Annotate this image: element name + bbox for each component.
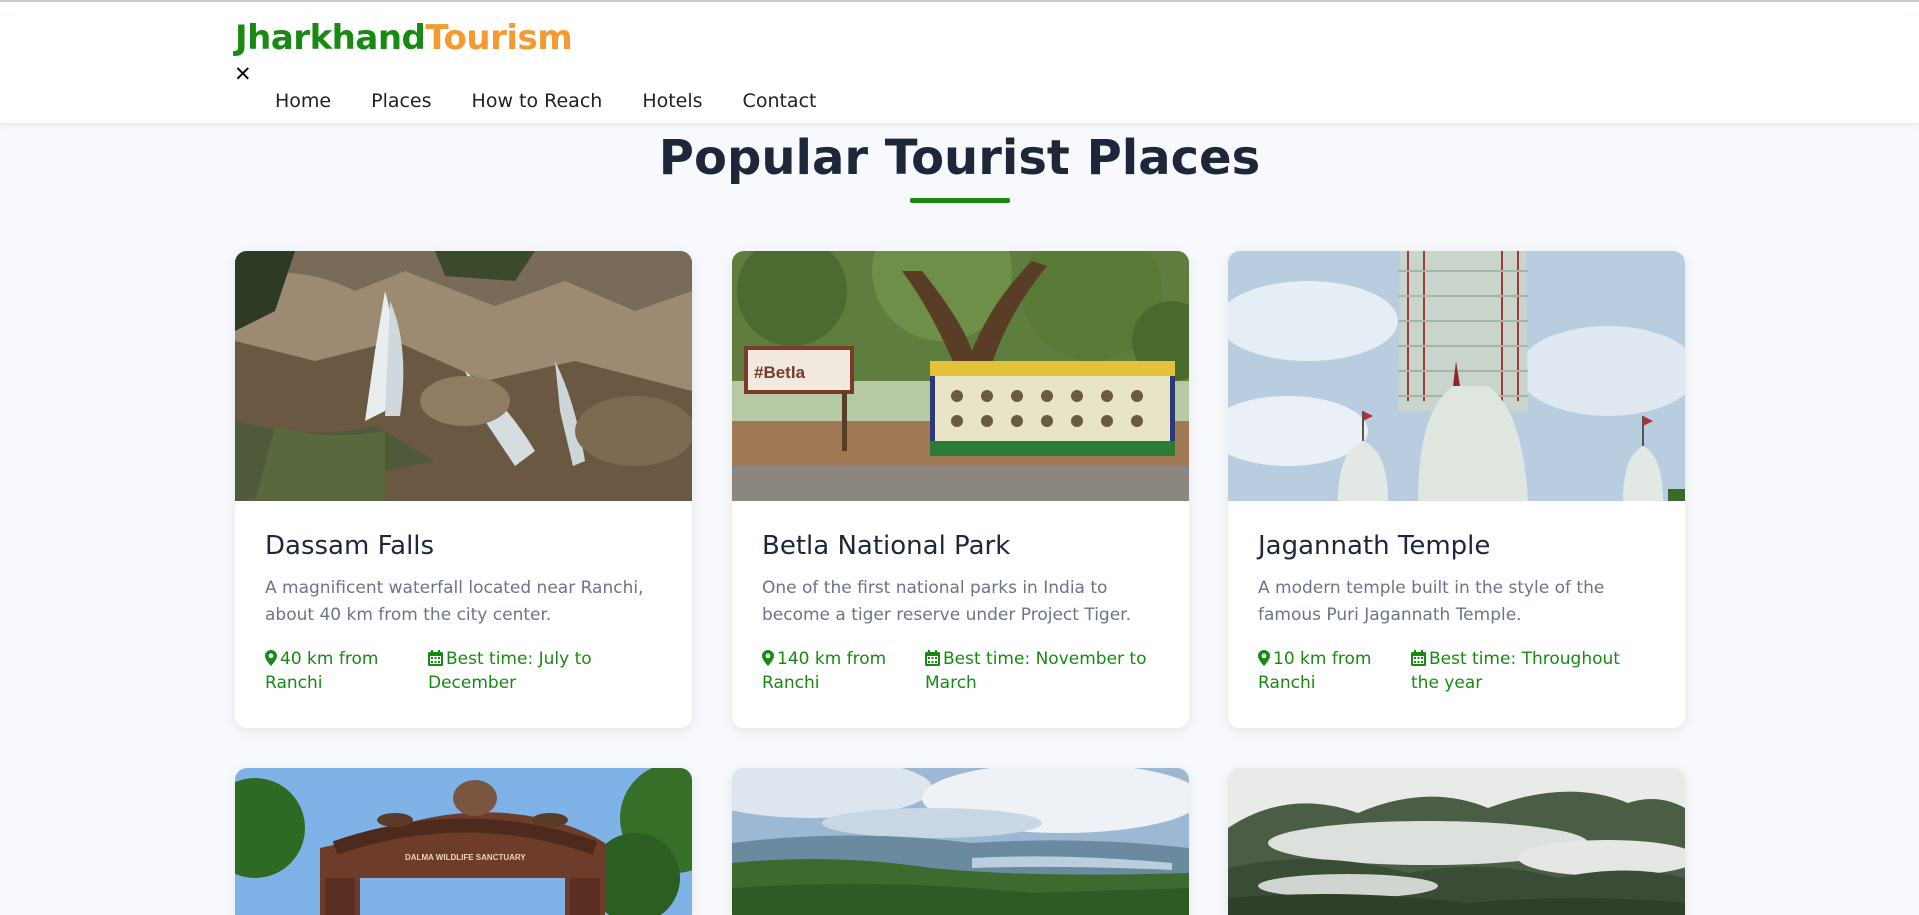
place-distance: 40 km from Ranchi [265, 647, 428, 695]
map-marker-icon [762, 650, 774, 666]
wildlife-sanctuary-gate-photo: DALMA WILDLIFE SANCTUARY [235, 768, 692, 915]
waterfall-photo [235, 251, 692, 501]
place-meta: 140 km from Ranchi Best time: November t… [762, 647, 1159, 695]
distance-text: 10 km from Ranchi [1258, 649, 1372, 693]
place-description: A modern temple built in the style of th… [1258, 578, 1605, 625]
distance-text: 140 km from Ranchi [762, 649, 887, 693]
nav-home[interactable]: Home [275, 90, 331, 112]
calendar-icon [1411, 650, 1426, 666]
main-nav: Home Places How to Reach Hotels Contact [275, 90, 856, 112]
logo-part-tourism: Tourism [425, 18, 573, 58]
best-time-text: Best time: Throughout the year [1411, 649, 1620, 693]
place-card-6[interactable] [1228, 768, 1685, 915]
calendar-icon [428, 650, 443, 666]
place-description: A magnificent waterfall located near Ran… [265, 578, 644, 625]
site-logo[interactable]: JharkhandTourism [235, 18, 573, 58]
place-best-time: Best time: July to December [428, 647, 653, 695]
place-best-time: Best time: Throughout the year [1411, 647, 1636, 695]
logo-part-jharkhand: Jharkhand [235, 18, 426, 58]
place-card-5[interactable] [732, 768, 1189, 915]
nav-how-to-reach[interactable]: How to Reach [472, 90, 603, 112]
place-card-dassam-falls[interactable]: Dassam Falls A magnificent waterfall loc… [235, 251, 692, 728]
place-name: Betla National Park [762, 531, 1011, 561]
nav-places[interactable]: Places [371, 90, 431, 112]
valley-lake-photo [732, 768, 1189, 915]
temple-photo [1228, 251, 1685, 501]
place-card-4[interactable]: DALMA WILDLIFE SANCTUARY [235, 768, 692, 915]
place-distance: 140 km from Ranchi [762, 647, 925, 695]
card-body: Betla National Park One of the first nat… [732, 501, 1189, 695]
place-description: One of the first national parks in India… [762, 578, 1132, 625]
place-card-jagannath-temple[interactable]: Jagannath Temple A modern temple built i… [1228, 251, 1685, 728]
place-meta: 10 km from Ranchi Best time: Throughout … [1258, 647, 1655, 695]
sign-text-betla: #Betla [754, 363, 806, 382]
place-distance: 10 km from Ranchi [1258, 647, 1411, 695]
place-name: Dassam Falls [265, 531, 435, 561]
card-body: Jagannath Temple A modern temple built i… [1228, 501, 1685, 695]
card-body: Dassam Falls A magnificent waterfall loc… [235, 501, 692, 695]
site-header: JharkhandTourism ✕ Home Places How to Re… [0, 2, 1919, 123]
best-time-text: Best time: July to December [428, 649, 592, 693]
nav-hotels[interactable]: Hotels [642, 90, 702, 112]
map-marker-icon [265, 650, 277, 666]
place-card-betla-national-park[interactable]: #Betla Betla National Park One of the fi… [732, 251, 1189, 728]
gate-sign-text: DALMA WILDLIFE SANCTUARY [405, 853, 526, 862]
best-time-text: Best time: November to March [925, 649, 1147, 693]
national-park-photo: #Betla [732, 251, 1189, 501]
calendar-icon [925, 650, 940, 666]
distance-text: 40 km from Ranchi [265, 649, 379, 693]
misty-forest-photo [1228, 768, 1685, 915]
nav-contact[interactable]: Contact [743, 90, 817, 112]
place-name: Jagannath Temple [1258, 531, 1491, 561]
menu-close-icon[interactable]: ✕ [234, 62, 252, 86]
place-meta: 40 km from Ranchi Best time: July to Dec… [265, 647, 662, 695]
place-best-time: Best time: November to March [925, 647, 1150, 695]
section-title: Popular Tourist Places [658, 130, 1261, 186]
map-marker-icon [1258, 650, 1270, 666]
title-underline [910, 198, 1010, 203]
